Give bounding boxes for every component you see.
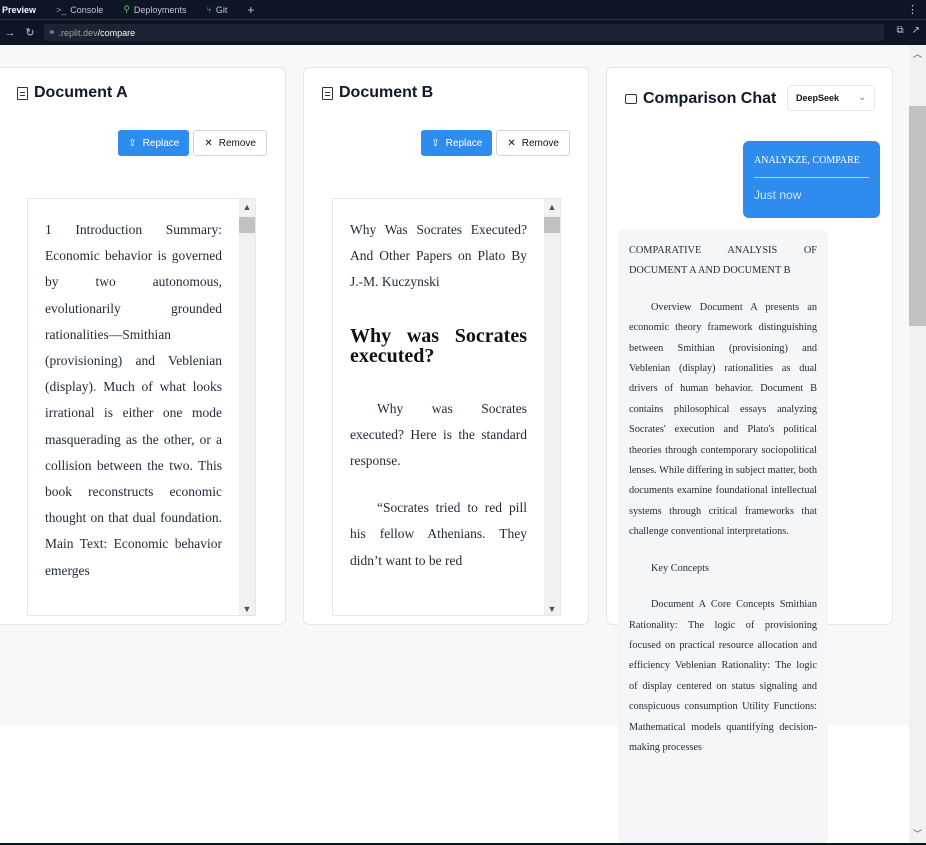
tab-deployments-label: Deployments — [133, 4, 187, 15]
remove-button[interactable]: ✕ Remove — [193, 130, 267, 156]
file-text-icon — [17, 86, 28, 100]
user-message-time: Just now — [754, 188, 802, 202]
ai-response-paragraph: Document A Core Concepts Smithian Ration… — [629, 599, 817, 753]
ai-response-bubble: COMPARATIVE ANALYSIS OF DOCUMENT A AND D… — [618, 230, 828, 844]
upload-icon: ⇪ — [128, 137, 137, 149]
document-b-card: Document B ⇪ Replace ✕ Remove Why Was Socr… — [303, 67, 589, 625]
tab-console[interactable]: >_ Console — [48, 0, 115, 20]
document-b-title: Document B — [339, 84, 434, 101]
chevron-down-icon: ⌄ — [858, 92, 866, 102]
model-select-value: DeepSeek — [796, 93, 840, 103]
tab-console-label: Console — [70, 4, 104, 15]
replace-button[interactable]: ⇪ Replace — [421, 130, 493, 156]
tab-deployments[interactable]: ⚲ Deployments — [115, 0, 198, 20]
scroll-up-icon[interactable]: ▲ — [239, 199, 255, 215]
page-scroll-thumb[interactable] — [909, 106, 926, 326]
document-b-content: Why Was Socrates Executed? And Other Pap… — [350, 217, 527, 595]
document-b-paragraph: Why was Socrates executed? Here is the s… — [350, 400, 527, 469]
document-a-scrollbar[interactable]: ▲ ▼ — [239, 199, 255, 615]
git-branch-icon: ⑂ — [206, 4, 212, 15]
ai-response-content: COMPARATIVE ANALYSIS OF DOCUMENT A AND D… — [629, 241, 817, 774]
page-scroll-down-icon[interactable]: ﹀ — [909, 826, 926, 842]
tab-git[interactable]: ⑂ Git — [198, 0, 239, 20]
page-scroll-up-icon[interactable]: ︿ — [909, 46, 926, 62]
forward-arrow-icon[interactable]: → — [0, 27, 20, 39]
user-message-bubble: ANALYKZE, COMPARE Just now — [743, 141, 880, 218]
url-bar: → ↻ ⚭ .replit.dev/compare ⧉ ↗ — [0, 20, 926, 45]
replace-label: Replace — [445, 137, 483, 149]
document-a-card: Document A ⇪ Replace ✕ Remove 1 Introducti… — [0, 67, 286, 625]
upload-icon: ⇪ — [431, 137, 440, 149]
url-domain: .replit.dev — [58, 27, 98, 38]
ai-response-subheading: Key Concepts — [651, 562, 710, 574]
document-a-content: 1 Introduction Summary: Economic behavio… — [45, 217, 222, 605]
ide-tab-bar: Preview >_ Console ⚲ Deployments ⑂ Git + ⋮ — [0, 0, 926, 20]
scroll-down-icon[interactable]: ▼ — [544, 601, 560, 615]
deployments-icon: ⚲ — [123, 4, 130, 14]
scroll-up-icon[interactable]: ▲ — [544, 199, 560, 215]
document-b-paragraph: “Socrates tried to red pill his fellow A… — [350, 500, 527, 568]
replace-label: Replace — [142, 137, 180, 149]
message-divider — [754, 177, 869, 178]
document-a-title: Document A — [34, 84, 128, 101]
document-b-header: Document B — [322, 84, 433, 102]
url-path: /compare — [97, 27, 136, 38]
document-a-header: Document A — [17, 84, 128, 102]
document-b-intro: Why Was Socrates Executed? And Other Pap… — [350, 222, 527, 290]
scroll-down-icon[interactable]: ▼ — [239, 601, 255, 615]
new-tab-button[interactable]: + — [239, 3, 262, 17]
open-external-icon[interactable]: ↗ — [912, 25, 920, 36]
more-menu-icon[interactable]: ⋮ — [907, 3, 918, 16]
remove-label: Remove — [521, 137, 559, 149]
remove-button[interactable]: ✕ Remove — [496, 130, 570, 156]
model-select[interactable]: DeepSeek ⌄ — [787, 85, 875, 111]
link-icon: ⚭ — [48, 27, 56, 37]
remove-label: Remove — [218, 137, 256, 149]
replace-button[interactable]: ⇪ Replace — [118, 130, 190, 156]
chat-title: Comparison Chat — [643, 90, 777, 107]
message-square-icon — [625, 94, 637, 104]
document-b-viewer[interactable]: Why Was Socrates Executed? And Other Pap… — [332, 198, 561, 616]
document-a-viewer[interactable]: 1 Introduction Summary: Economic behavio… — [27, 198, 256, 616]
ai-response-title: COMPARATIVE ANALYSIS OF DOCUMENT A AND D… — [629, 245, 817, 277]
tab-preview-label: Preview — [2, 4, 37, 15]
document-b-actions: ⇪ Replace ✕ Remove — [421, 130, 570, 156]
chat-header: Comparison Chat — [625, 90, 776, 108]
terminal-icon: >_ — [56, 4, 67, 15]
document-a-actions: ⇪ Replace ✕ Remove — [118, 130, 267, 156]
document-b-scrollbar[interactable]: ▲ ▼ — [544, 199, 560, 615]
close-icon: ✕ — [507, 137, 516, 149]
document-a-paragraph: 1 Introduction Summary: Economic behavio… — [45, 222, 222, 578]
url-field[interactable]: ⚭ .replit.dev/compare — [44, 24, 884, 41]
ai-response-paragraph: Overview Document A presents an economic… — [629, 301, 817, 538]
scroll-thumb[interactable] — [544, 217, 560, 233]
tab-git-label: Git — [215, 4, 228, 15]
document-b-heading: Why was Socrates executed? — [350, 324, 527, 367]
close-icon: ✕ — [204, 137, 213, 149]
file-text-icon — [322, 86, 333, 100]
devtools-icon[interactable]: ⧉ — [896, 25, 903, 36]
reload-icon[interactable]: ↻ — [20, 26, 40, 39]
tab-preview[interactable]: Preview — [0, 0, 48, 20]
user-message-text: ANALYKZE, COMPARE — [754, 155, 860, 166]
scroll-thumb[interactable] — [239, 217, 255, 233]
